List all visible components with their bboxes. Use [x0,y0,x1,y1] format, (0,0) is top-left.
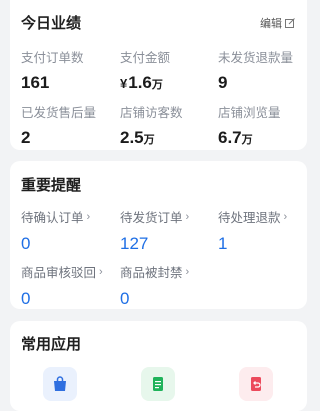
reminder-product-banned[interactable]: 商品被封禁 › 0 [120,262,189,309]
chevron-right-icon: › [185,210,190,223]
chevron-right-icon: › [185,265,190,278]
stat-store-visitors[interactable]: 店铺访客数 2.5万 [120,102,183,148]
common-apps-card: 常用应用 [10,321,307,411]
stat-shipped-aftersale[interactable]: 已发货售后量 2 [21,102,96,148]
chevron-right-icon: › [99,265,103,278]
reminders-title: 重要提醒 [21,177,82,194]
return-icon[interactable] [239,367,273,401]
shopping-bag-icon[interactable] [43,367,77,401]
stat-unshipped-refunds[interactable]: 未发货退款量 9 [218,47,293,93]
important-reminders-card: 重要提醒 待确认订单 › 0 待发货订单 › 127 待处理退款 › 1 商品审核驳回… [10,161,307,309]
stat-paid-amount[interactable]: 支付金额 ¥1.6万 [120,47,170,93]
stat-paid-orders[interactable]: 支付订单数 161 [21,47,84,93]
reminder-pending-ship[interactable]: 待发货订单 › 127 [120,207,189,254]
edit-button[interactable]: 编辑 [260,15,295,31]
reminder-pending-refund[interactable]: 待处理退款 › 1 [218,207,287,254]
apps-title: 常用应用 [21,336,82,353]
reminder-review-rejected[interactable]: 商品审核驳回 › 0 [21,262,103,309]
reminder-pending-confirm[interactable]: 待确认订单 › 0 [21,207,90,254]
edit-label: 编辑 [260,18,282,30]
stat-store-pageviews[interactable]: 店铺浏览量 6.7万 [218,102,281,148]
document-icon[interactable] [141,367,175,401]
today-title: 今日业绩 [21,15,82,32]
chevron-right-icon: › [86,210,91,223]
edit-icon [285,18,295,28]
today-performance-card: 今日业绩 编辑 支付订单数 161 支付金额 ¥1.6万 未发货退款量 9 已发… [10,0,307,150]
chevron-right-icon: › [283,210,288,223]
